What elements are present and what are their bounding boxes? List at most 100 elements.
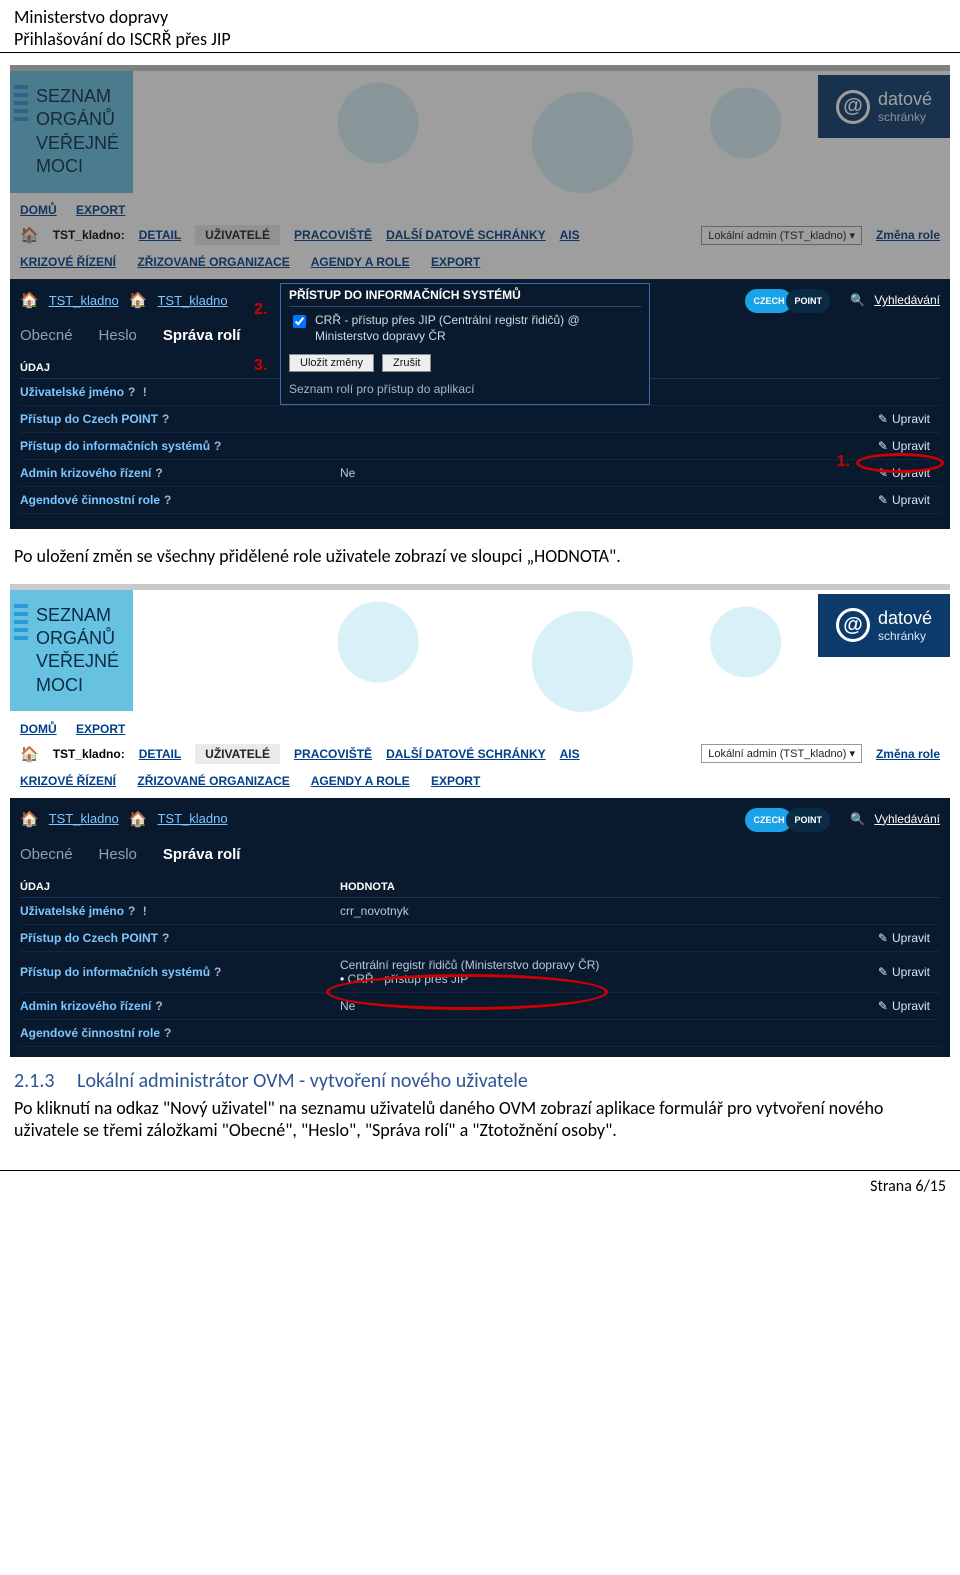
tab-uzivatele[interactable]: UŽIVATELÉ xyxy=(195,225,280,245)
tab-detail[interactable]: DETAIL xyxy=(139,228,181,242)
tab-detail[interactable]: DETAIL xyxy=(139,747,181,761)
sovm-logo: SEZNAM ORGÁNŮ VEŘEJNÉ MOCI xyxy=(10,71,133,193)
info-home-icon: 🏠 xyxy=(129,291,148,309)
edit-czp[interactable]: ✎Upravit xyxy=(878,412,930,426)
app-banner: SEZNAM ORGÁNŮ VEŘEJNÉ MOCI @ datové schr… xyxy=(10,65,950,195)
user-detail-panel: 🏠 TST_kladno 🏠 TST_kladno CZECH POINT 🔍 … xyxy=(10,798,950,1057)
row-admin: Admin krizového řízení? Ne ✎Upravit xyxy=(20,993,940,1020)
subnav-agendy[interactable]: AGENDY A ROLE xyxy=(311,255,410,269)
tab-ais[interactable]: AIS xyxy=(560,747,580,761)
change-role-link[interactable]: Změna role xyxy=(876,228,940,242)
row-agendy: Agendové činnostní role? xyxy=(20,1020,940,1047)
subnav-agendy[interactable]: AGENDY A ROLE xyxy=(311,774,410,788)
pencil-icon: ✎ xyxy=(878,493,888,507)
row-admin: Admin krizového řízení? Ne ✎Upravit xyxy=(20,460,940,487)
pencil-icon: ✎ xyxy=(878,965,888,979)
admin-role-pill[interactable]: Lokální admin (TST_kladno) ▾ xyxy=(701,744,862,763)
subnav-krizove[interactable]: KRIZOVÉ ŘÍZENÍ xyxy=(20,255,116,269)
pencil-icon: ✎ xyxy=(878,999,888,1013)
subtab-heslo[interactable]: Heslo xyxy=(99,846,137,863)
subnav-export[interactable]: EXPORT xyxy=(431,774,480,788)
org-sub-row: KRIZOVÉ ŘÍZENÍ ZŘIZOVANÉ ORGANIZACE AGEN… xyxy=(10,249,950,279)
edit-agendy[interactable]: ✎Upravit xyxy=(878,493,930,507)
edit-admin[interactable]: ✎Upravit xyxy=(878,466,930,480)
app-banner: SEZNAM ORGÁNŮ VEŘEJNÉ MOCI @ datové schr… xyxy=(10,584,950,714)
row-is: Přístup do informačních systémů? Centrál… xyxy=(20,952,940,993)
org-name: TST_kladno: xyxy=(53,747,125,761)
home-icon: 🏠 xyxy=(20,226,39,244)
czechpoint-logo: CZECH POINT xyxy=(745,808,830,832)
nav-domu[interactable]: DOMŮ xyxy=(20,203,57,217)
subnav-zrizovane[interactable]: ZŘIZOVANÉ ORGANIZACE xyxy=(137,255,289,269)
subtab-obecne[interactable]: Obecné xyxy=(20,846,73,863)
section-number: 2.1.3 xyxy=(14,1069,55,1093)
save-button[interactable]: Uložit změny xyxy=(289,354,374,372)
datove-schranky-badge: @ datové schránky xyxy=(818,75,950,138)
admin-role-pill[interactable]: Lokální admin (TST_kladno) ▾ xyxy=(701,226,862,245)
tab-pracoviste[interactable]: PRACOVIŠTĚ xyxy=(294,747,372,761)
nav-export[interactable]: EXPORT xyxy=(76,722,125,736)
datove-schranky-badge: @ datové schránky xyxy=(818,594,950,657)
row-czechpoint: Přístup do Czech POINT? ✎Upravit xyxy=(20,925,940,952)
org-name: TST_kladno: xyxy=(53,228,125,242)
row-czechpoint: Přístup do Czech POINT? ✎Upravit xyxy=(20,406,940,433)
subtab-obecne[interactable]: Obecné xyxy=(20,327,73,344)
popup-title: PŘÍSTUP DO INFORMAČNÍCH SYSTÉMŮ xyxy=(289,288,641,307)
tab-pracoviste[interactable]: PRACOVIŠTĚ xyxy=(294,228,372,242)
subnav-zrizovane[interactable]: ZŘIZOVANÉ ORGANIZACE xyxy=(137,774,289,788)
home-icon: 🏠 xyxy=(20,745,39,763)
th-hodnota: HODNOTA xyxy=(340,881,940,893)
tab-dalsi-schranky[interactable]: DALŠÍ DATOVÉ SCHRÁNKY xyxy=(386,228,546,242)
tab-ais[interactable]: AIS xyxy=(560,228,580,242)
cancel-button[interactable]: Zrušit xyxy=(382,354,432,372)
screenshot-1: SEZNAM ORGÁNŮ VEŘEJNÉ MOCI @ datové schr… xyxy=(10,65,950,529)
subtab-sprava-roli[interactable]: Správa rolí xyxy=(163,327,241,344)
edit-admin[interactable]: ✎Upravit xyxy=(878,999,930,1013)
nav-domu[interactable]: DOMŮ xyxy=(20,722,57,736)
th-udaj: ÚDAJ xyxy=(20,881,340,893)
table-header: ÚDAJ HODNOTA xyxy=(20,877,940,898)
pencil-icon: ✎ xyxy=(878,466,888,480)
top-nav: DOMŮ EXPORT xyxy=(10,195,950,221)
pencil-icon: ✎ xyxy=(878,931,888,945)
crumb-org1[interactable]: TST_kladno xyxy=(49,811,119,826)
edit-is[interactable]: ✎Upravit xyxy=(878,439,930,453)
row-is: Přístup do informačních systémů? ✎Upravi… xyxy=(20,433,940,460)
nav-export[interactable]: EXPORT xyxy=(76,203,125,217)
screenshot-2: SEZNAM ORGÁNŮ VEŘEJNÉ MOCI @ datové schr… xyxy=(10,584,950,1057)
tab-uzivatele[interactable]: UŽIVATELÉ xyxy=(195,744,280,764)
search-icon: 🔍 xyxy=(850,812,865,826)
subtab-heslo[interactable]: Heslo xyxy=(99,327,137,344)
row-username: Uživatelské jméno? ! crr_novotnyk xyxy=(20,898,940,925)
sovm-logo: SEZNAM ORGÁNŮ VEŘEJNÉ MOCI xyxy=(10,590,133,712)
search-icon: 🔍 xyxy=(850,293,865,307)
edit-is[interactable]: ✎Upravit xyxy=(878,965,930,979)
top-nav: DOMŮ EXPORT xyxy=(10,714,950,740)
user-detail-panel: 🏠 TST_kladno 🏠 TST_kladno CZECH POINT 🔍 … xyxy=(10,279,950,529)
crumb-org2[interactable]: TST_kladno xyxy=(157,293,227,308)
search-link[interactable]: Vyhledávání xyxy=(874,812,940,826)
edit-czp[interactable]: ✎Upravit xyxy=(878,931,930,945)
czechpoint-logo: CZECH POINT xyxy=(745,289,830,313)
org-tab-row: 🏠 TST_kladno: DETAIL UŽIVATELÉ PRACOVIŠT… xyxy=(10,221,950,249)
tab-dalsi-schranky[interactable]: DALŠÍ DATOVÉ SCHRÁNKY xyxy=(386,747,546,761)
search-area: 🔍 Vyhledávání xyxy=(850,293,940,307)
crumb-org1[interactable]: TST_kladno xyxy=(49,293,119,308)
crumb-org2[interactable]: TST_kladno xyxy=(157,811,227,826)
subnav-krizove[interactable]: KRIZOVÉ ŘÍZENÍ xyxy=(20,774,116,788)
search-area: 🔍 Vyhledávání xyxy=(850,812,940,826)
row-is-value: Centrální registr řidičů (Ministerstvo d… xyxy=(340,958,940,986)
subtab-sprava-roli[interactable]: Správa rolí xyxy=(163,846,241,863)
search-link[interactable]: Vyhledávání xyxy=(874,293,940,307)
role-list-label: Seznam rolí pro přístup do aplikací xyxy=(289,376,641,396)
change-role-link[interactable]: Změna role xyxy=(876,747,940,761)
subnav-export[interactable]: EXPORT xyxy=(431,255,480,269)
org-sub-row: KRIZOVÉ ŘÍZENÍ ZŘIZOVANÉ ORGANIZACE AGEN… xyxy=(10,768,950,798)
org-tab-row: 🏠 TST_kladno: DETAIL UŽIVATELÉ PRACOVIŠT… xyxy=(10,740,950,768)
page-number: Strana 6/15 xyxy=(870,1177,946,1196)
doc-header-line2: Přihlašování do ISCRŘ přes JIP xyxy=(14,28,946,50)
home-icon: 🏠 xyxy=(20,810,39,828)
at-icon: @ xyxy=(836,90,870,124)
ss1-dim-wrap: SEZNAM ORGÁNŮ VEŘEJNÉ MOCI @ datové schr… xyxy=(10,65,950,279)
role-checkbox-crr[interactable] xyxy=(293,315,306,328)
